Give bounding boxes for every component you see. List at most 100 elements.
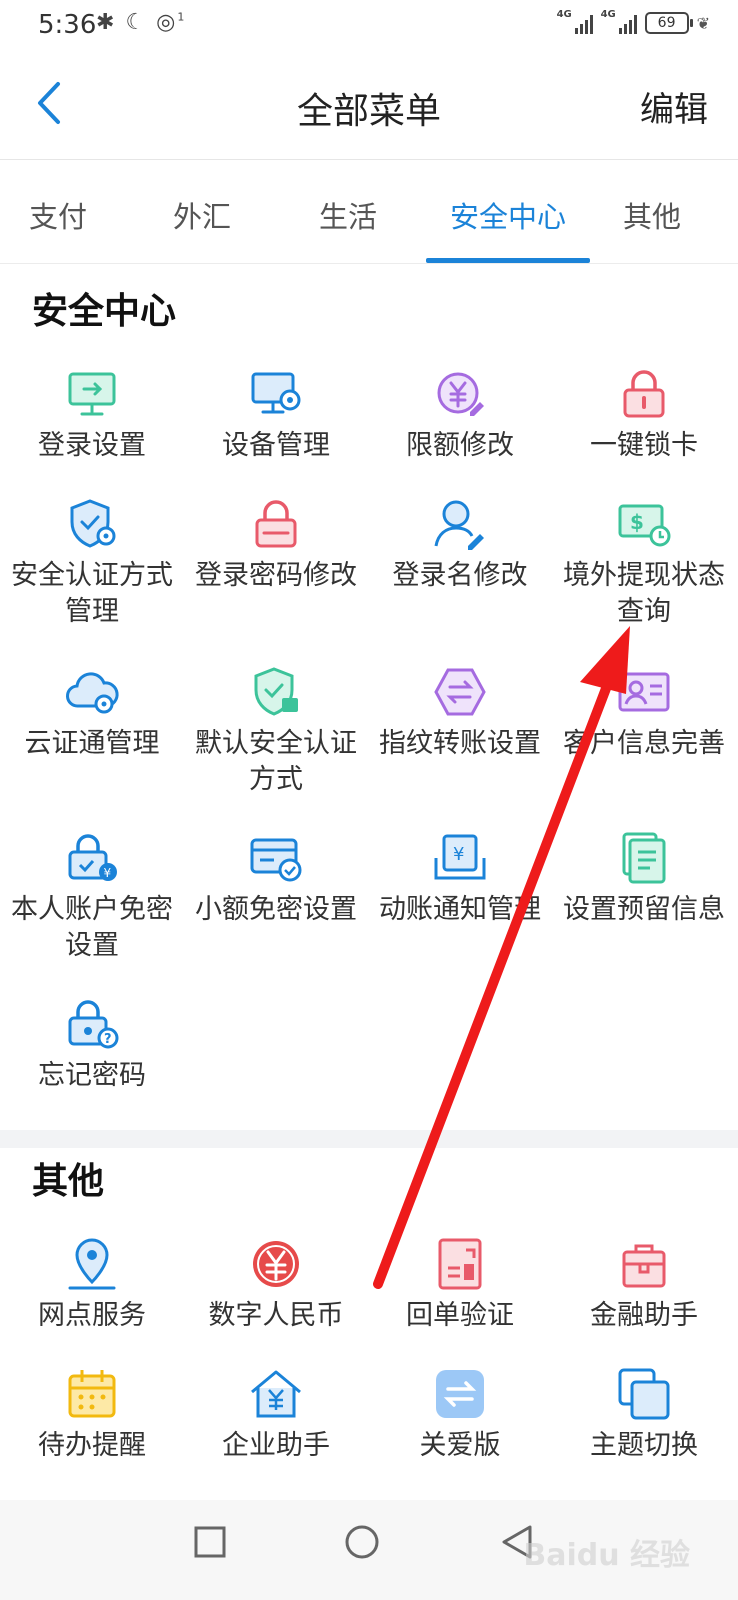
circle-icon[interactable]: [344, 1524, 380, 1560]
status-time: 5:36: [38, 10, 97, 40]
care-switch-icon: [436, 1370, 484, 1418]
menu-item-receipt-verification[interactable]: 回单验证: [368, 1236, 552, 1334]
menu-item-label: 回单验证: [406, 1300, 514, 1331]
menu-item-account-change-notice[interactable]: ¥ 动账通知管理: [368, 830, 552, 928]
status-bar: 5:36 ✱ ☾ ◎1 4G 4G 69 ❦: [0, 0, 738, 52]
calendar-icon: [68, 1370, 116, 1418]
hotspot-count: 1: [177, 10, 187, 24]
device-settings-icon: [251, 372, 301, 414]
battery-icon: 69: [644, 12, 693, 34]
menu-item-finance-assistant[interactable]: 金融助手: [552, 1236, 736, 1334]
yuan-edit-icon: [437, 372, 484, 416]
edit-button[interactable]: 编辑: [640, 82, 708, 131]
section-divider: [0, 1130, 738, 1148]
menu-item-limit-modify[interactable]: 限额修改: [368, 366, 552, 464]
svg-text:¥: ¥: [453, 844, 464, 865]
password-lock-icon: [255, 500, 297, 548]
cash-withdraw-icon: $: [618, 504, 671, 547]
menu-item-small-amount-password-free[interactable]: 小额免密设置: [184, 830, 368, 928]
menu-item-login-password-modify[interactable]: 登录密码修改: [184, 496, 368, 594]
menu-item-label: 默认安全认证方式: [195, 728, 357, 795]
menu-item-label: 企业助手: [222, 1430, 330, 1461]
digital-yuan-icon: [253, 1241, 299, 1287]
menu-item-forgot-password[interactable]: ? 忘记密码: [0, 996, 184, 1094]
watermark-logo: Baidu 经验: [523, 1538, 690, 1573]
svg-text:$: $: [630, 510, 644, 534]
menu-item-auth-method-management[interactable]: 安全认证方式管理: [0, 496, 184, 630]
menu-item-label: 登录名修改: [392, 560, 528, 591]
menu-item-label: 云证通管理: [24, 728, 160, 759]
menu-item-overseas-withdraw-query[interactable]: $ 境外提现状态查询: [552, 496, 736, 630]
bluetooth-icon: ✱: [96, 10, 117, 35]
cloud-icon: [66, 672, 119, 714]
house-yuan-icon: [251, 1370, 301, 1418]
account-lock-icon: ¥: [68, 834, 117, 881]
yuan-notice-icon: ¥: [434, 834, 486, 880]
forgot-lock-icon: ?: [68, 1000, 119, 1049]
hotspot-icon: ◎: [156, 10, 178, 35]
menu-item-care-version[interactable]: 关爱版: [368, 1366, 552, 1464]
category-tabs: 支付 外汇 生活 安全中心 其他: [0, 160, 738, 264]
menu-item-label: 指纹转账设置: [379, 728, 541, 759]
tab-forex[interactable]: 外汇: [172, 194, 232, 236]
menu-item-label: 主题切换: [590, 1430, 698, 1461]
signal-icon: 4G: [601, 9, 637, 34]
menu-item-label: 本人账户免密设置: [11, 894, 173, 961]
menu-item-label: 关爱版: [419, 1430, 501, 1461]
square-icon[interactable]: [194, 1526, 226, 1558]
tab-pay[interactable]: 支付: [28, 194, 88, 236]
receipt-icon: [438, 1238, 482, 1290]
svg-text:?: ?: [104, 1032, 112, 1047]
transfer-hexagon-icon: [434, 668, 486, 716]
briefcase-icon: [622, 1244, 666, 1288]
menu-item-label: 小额免密设置: [195, 894, 357, 925]
menu-item-label: 登录设置: [38, 430, 146, 461]
menu-item-default-auth-method[interactable]: 默认安全认证方式: [184, 664, 368, 798]
tab-security-center[interactable]: 安全中心: [438, 194, 578, 236]
menu-item-label: 登录密码修改: [195, 560, 357, 591]
menu-item-fingerprint-transfer-settings[interactable]: 指纹转账设置: [368, 664, 552, 762]
menu-item-label: 境外提现状态查询: [563, 560, 725, 627]
shield-default-icon: [254, 667, 298, 716]
tab-life[interactable]: 生活: [318, 194, 378, 236]
svg-text:¥: ¥: [104, 866, 112, 880]
menu-item-enterprise-assistant[interactable]: 企业助手: [184, 1366, 368, 1464]
menu-item-one-key-lock-card[interactable]: 一键锁卡: [552, 366, 736, 464]
annotation-arrow-shaft: [373, 673, 615, 1289]
nav-bar: 全部菜单 编辑: [0, 52, 738, 160]
lock-icon: [623, 370, 665, 418]
menu-item-customer-info-complete[interactable]: 客户信息完善: [552, 664, 736, 762]
menu-item-todo-reminder[interactable]: 待办提醒: [0, 1366, 184, 1464]
id-card-icon: [618, 672, 670, 712]
menu-item-label: 设备管理: [222, 430, 330, 461]
menu-item-label: 网点服务: [38, 1300, 146, 1331]
menu-item-label: 设置预留信息: [563, 894, 725, 925]
menu-item-theme-switch[interactable]: 主题切换: [552, 1366, 736, 1464]
menu-item-login-name-modify[interactable]: 登录名修改: [368, 496, 552, 594]
menu-item-digital-rmb[interactable]: 数字人民币: [184, 1236, 368, 1334]
menu-item-set-reserved-info[interactable]: 设置预留信息: [552, 830, 736, 928]
menu-item-label: 待办提醒: [38, 1430, 146, 1461]
menu-item-own-account-password-free[interactable]: ¥ 本人账户免密设置: [0, 830, 184, 964]
shield-settings-icon: [70, 499, 116, 548]
monitor-arrow-icon: [68, 372, 116, 416]
menu-item-label: 一键锁卡: [590, 430, 698, 461]
menu-item-label: 数字人民币: [208, 1300, 344, 1331]
menu-item-cloud-cert-management[interactable]: 云证通管理: [0, 664, 184, 762]
signal-icon: 4G: [557, 9, 593, 34]
section-title-other: 其他: [32, 1161, 105, 1202]
location-pin-icon: [68, 1238, 116, 1290]
menu-item-login-settings[interactable]: 登录设置: [0, 366, 184, 464]
menu-item-label: 金融助手: [590, 1300, 698, 1331]
menu-item-branch-service[interactable]: 网点服务: [0, 1236, 184, 1334]
status-left-icons: ✱ ☾ ◎1: [96, 10, 186, 35]
menu-item-label: 忘记密码: [38, 1060, 146, 1091]
menu-item-label: 安全认证方式管理: [11, 560, 173, 627]
menu-item-device-management[interactable]: 设备管理: [184, 366, 368, 464]
moon-icon: ☾: [125, 10, 148, 35]
menu-item-label: 动账通知管理: [379, 894, 541, 925]
menu-item-label: 限额修改: [406, 430, 514, 461]
card-check-icon: [250, 838, 302, 882]
document-icon: [622, 832, 666, 884]
tab-other[interactable]: 其他: [622, 194, 682, 236]
